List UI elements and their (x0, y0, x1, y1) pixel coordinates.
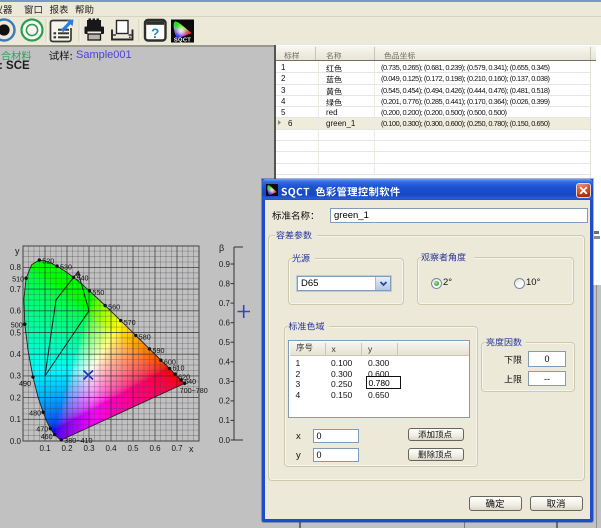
svg-text:510: 510 (12, 274, 24, 283)
svg-text:0.0: 0.0 (219, 436, 231, 445)
svg-text:0.3: 0.3 (10, 372, 22, 381)
svg-text:640: 640 (184, 377, 196, 386)
svg-text:0.1: 0.1 (39, 444, 51, 453)
svg-text:0.3: 0.3 (219, 377, 231, 386)
svg-text:0.1: 0.1 (219, 416, 231, 425)
svg-text:0.5: 0.5 (219, 338, 231, 347)
svg-text:570: 570 (124, 318, 136, 327)
svg-text:0.2: 0.2 (61, 444, 73, 453)
svg-text:580: 580 (139, 333, 151, 342)
svg-text:0.6: 0.6 (219, 319, 231, 328)
svg-text:x: x (189, 444, 194, 454)
svg-text:A: A (76, 269, 81, 278)
svg-text:0.8: 0.8 (219, 279, 231, 288)
svg-text:530: 530 (60, 262, 72, 271)
svg-text:0.6: 0.6 (10, 307, 22, 316)
svg-text:0.5: 0.5 (127, 444, 139, 453)
svg-text:0.7: 0.7 (171, 444, 183, 453)
svg-text:0.2: 0.2 (219, 397, 231, 406)
svg-text:0.4: 0.4 (10, 350, 22, 359)
svg-text:0.3: 0.3 (83, 444, 95, 453)
svg-text:0.9: 0.9 (219, 260, 231, 269)
svg-text:0.1: 0.1 (10, 415, 22, 424)
svg-text:470: 470 (36, 425, 48, 434)
svg-text:0.0: 0.0 (10, 437, 22, 446)
svg-text:y: y (15, 246, 20, 256)
svg-text:β: β (219, 243, 224, 253)
svg-text:560: 560 (108, 303, 120, 312)
svg-text:0.7: 0.7 (219, 299, 231, 308)
svg-text:520: 520 (42, 256, 54, 265)
svg-text:0.5: 0.5 (10, 328, 22, 337)
svg-text:480: 480 (29, 408, 41, 417)
svg-text:700~780: 700~780 (180, 386, 208, 395)
svg-text:550: 550 (92, 288, 104, 297)
svg-text:0.6: 0.6 (149, 444, 161, 453)
svg-text:0.4: 0.4 (219, 358, 231, 367)
svg-text:0.8: 0.8 (10, 263, 22, 272)
svg-text:590: 590 (153, 346, 165, 355)
svg-text:0.7: 0.7 (10, 285, 22, 294)
svg-text:0.2: 0.2 (10, 393, 22, 402)
svg-text:0.4: 0.4 (105, 444, 117, 453)
